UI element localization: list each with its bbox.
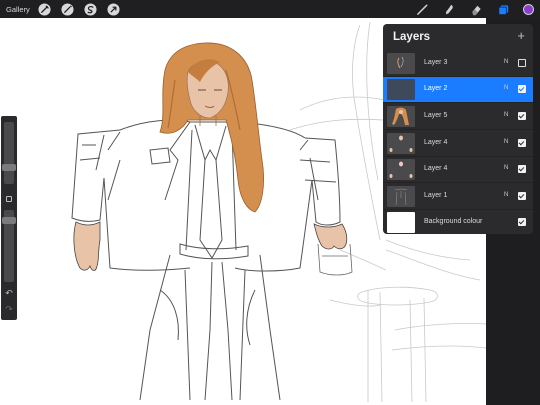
layer-row-layer-5[interactable]: Layer 5 N xyxy=(383,104,533,130)
layer-name: Layer 1 xyxy=(424,192,448,199)
visibility-checkbox[interactable] xyxy=(518,218,526,226)
layer-name: Layer 5 xyxy=(424,112,448,119)
layer-thumbnail xyxy=(387,159,415,180)
blend-mode-button[interactable]: N xyxy=(504,192,508,198)
layer-thumbnail xyxy=(387,133,415,154)
modify-button[interactable] xyxy=(6,196,12,202)
blend-mode-button[interactable]: N xyxy=(504,112,508,118)
color-picker-button[interactable] xyxy=(523,3,534,15)
layer-name: Background colour xyxy=(424,218,483,225)
layer-thumbnail xyxy=(387,106,415,127)
visibility-checkbox[interactable] xyxy=(518,85,526,93)
gallery-button[interactable]: Gallery xyxy=(6,5,30,14)
layer-row-layer-1[interactable]: Layer 1 N xyxy=(383,184,533,210)
layer-row-background-colour[interactable]: Background colour xyxy=(383,210,533,234)
visibility-checkbox[interactable] xyxy=(518,139,526,147)
layer-name: Layer 2 xyxy=(424,85,448,92)
layer-thumbnail xyxy=(387,79,415,100)
layer-name: Layer 4 xyxy=(424,139,448,146)
brush-size-handle[interactable] xyxy=(2,164,16,171)
blend-mode-button[interactable]: N xyxy=(504,59,508,65)
layer-row-layer-3[interactable]: Layer 3 N xyxy=(383,51,533,77)
add-layer-button[interactable]: + xyxy=(517,28,525,43)
layers-title: Layers xyxy=(393,31,431,43)
layer-name: Layer 4 xyxy=(424,165,448,172)
blend-mode-button[interactable]: N xyxy=(504,139,508,145)
blend-mode-button[interactable]: N xyxy=(504,165,508,171)
layer-thumbnail xyxy=(387,212,415,233)
eraser-icon[interactable] xyxy=(469,2,483,16)
visibility-checkbox[interactable] xyxy=(518,165,526,173)
transform-icon[interactable] xyxy=(107,2,121,16)
brush-icon[interactable] xyxy=(415,2,429,16)
wrench-icon[interactable] xyxy=(38,2,52,16)
left-sidebar: ↶ ↷ xyxy=(1,116,17,320)
layer-thumbnail xyxy=(387,186,415,207)
magic-wand-icon[interactable] xyxy=(61,2,75,16)
layer-thumbnail xyxy=(387,53,415,74)
selection-icon[interactable] xyxy=(84,2,98,16)
opacity-handle[interactable] xyxy=(2,217,16,224)
layer-row-layer-2[interactable]: Layer 2 N xyxy=(383,77,533,103)
redo-icon[interactable]: ↷ xyxy=(4,304,14,314)
layers-panel: Layers + Layer 3 N Layer 2 N Layer 5 N L… xyxy=(383,24,533,234)
layer-name: Layer 3 xyxy=(424,59,448,66)
blend-mode-button[interactable]: N xyxy=(504,85,508,91)
layers-icon[interactable] xyxy=(496,2,510,16)
layer-row-layer-4[interactable]: Layer 4 N xyxy=(383,131,533,157)
visibility-checkbox[interactable] xyxy=(518,59,526,67)
visibility-checkbox[interactable] xyxy=(518,192,526,200)
brush-size-slider[interactable] xyxy=(4,122,14,184)
smudge-icon[interactable] xyxy=(442,2,456,16)
top-toolbar: Gallery xyxy=(0,0,540,18)
layer-row-layer-4-copy[interactable]: Layer 4 N xyxy=(383,157,533,183)
visibility-checkbox[interactable] xyxy=(518,112,526,120)
undo-icon[interactable]: ↶ xyxy=(4,288,14,298)
